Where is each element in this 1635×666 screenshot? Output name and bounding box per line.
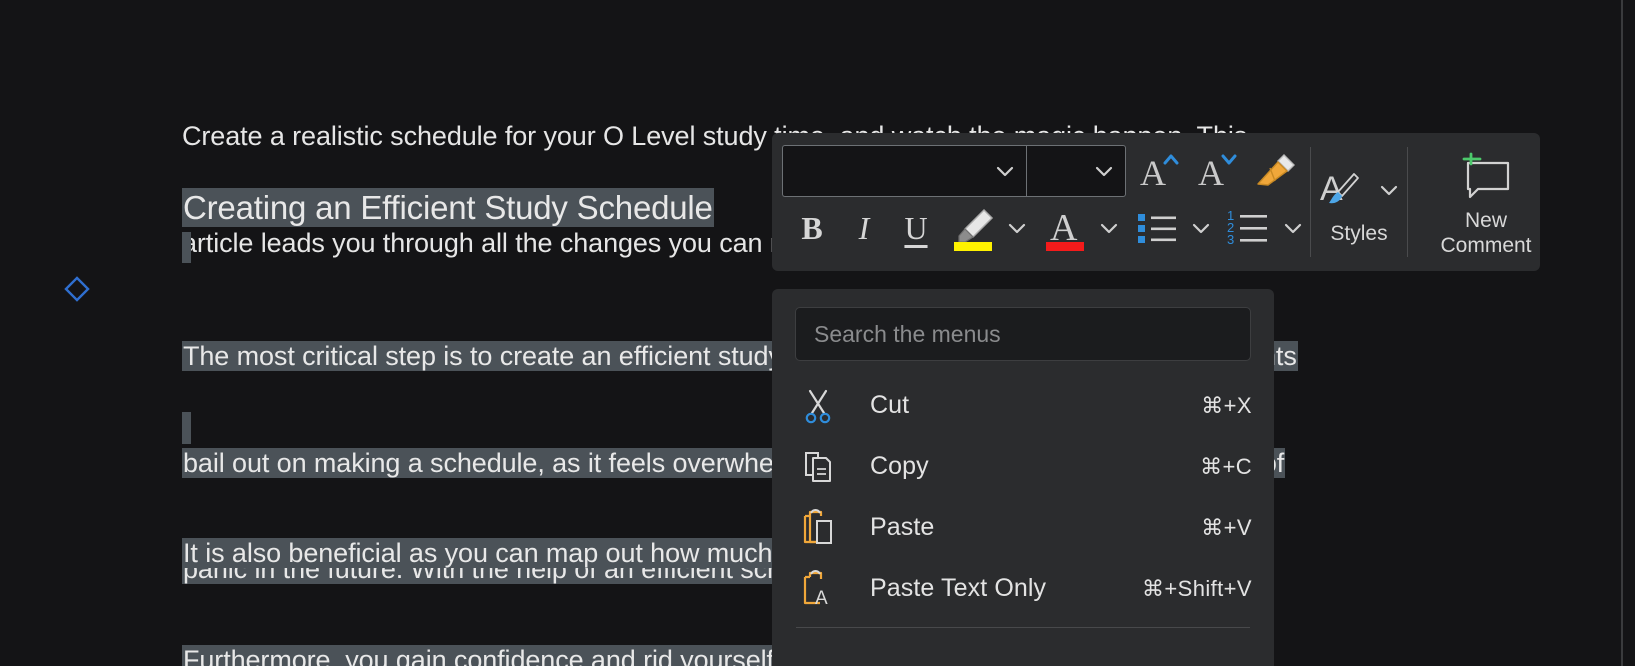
numbered-list-icon: 1 2 3: [1222, 202, 1276, 254]
highlight-color-dropdown[interactable]: [1000, 202, 1034, 254]
svg-text:A: A: [1198, 153, 1224, 193]
search-menus-input[interactable]: [814, 321, 1232, 348]
context-menu: Cut ⌘+X Copy ⌘+C: [772, 289, 1274, 666]
intro-line-2-part-a: article leads you through all the change…: [182, 228, 873, 258]
new-comment-icon-row: [1454, 146, 1518, 208]
clipboard-text-icon: A: [798, 569, 838, 609]
numbered-list-dropdown[interactable]: [1276, 202, 1310, 254]
menu-item-cut-label: Cut: [838, 391, 1201, 420]
text-color-swatch: [1046, 242, 1084, 251]
font-family-select[interactable]: [782, 145, 1026, 197]
chevron-down-icon: [1378, 179, 1400, 201]
text-color-dropdown[interactable]: [1092, 202, 1126, 254]
text-color-button[interactable]: A: [1038, 202, 1092, 254]
bulleted-list-button[interactable]: [1130, 202, 1184, 254]
search-the-menus-box[interactable]: [795, 307, 1251, 361]
bulleted-list-dropdown[interactable]: [1184, 202, 1218, 254]
decrease-font-size-button[interactable]: A: [1190, 145, 1242, 197]
menu-item-cut-accel: ⌘+X: [1201, 393, 1252, 419]
window-right-edge-rule: [1621, 0, 1623, 666]
styles-label: Styles: [1330, 221, 1387, 246]
increase-font-size-button[interactable]: A: [1132, 145, 1184, 197]
chevron-down-icon: [994, 160, 1016, 182]
scissors-icon: [798, 386, 838, 426]
toolbar-main-group: A A: [772, 133, 1310, 271]
context-menu-items: Cut ⌘+X Copy ⌘+C: [772, 375, 1274, 628]
underline-button[interactable]: U: [890, 202, 942, 254]
chevron-down-icon: [1006, 217, 1028, 239]
chevron-down-icon: [1098, 217, 1120, 239]
menu-item-cut[interactable]: Cut ⌘+X: [772, 375, 1274, 436]
new-comment-icon: [1454, 151, 1518, 203]
menu-item-paste-text-only-label: Paste Text Only: [838, 574, 1142, 603]
menu-item-paste-accel: ⌘+V: [1201, 515, 1252, 541]
menu-item-copy-label: Copy: [838, 452, 1200, 481]
menu-item-paste-label: Paste: [838, 513, 1201, 542]
new-comment-label-line-2: Comment: [1440, 233, 1531, 258]
chevron-down-icon: [1190, 217, 1212, 239]
new-comment-label-line-1: New: [1465, 208, 1507, 233]
highlight-color-swatch: [954, 242, 992, 251]
menu-item-copy-accel: ⌘+C: [1200, 454, 1252, 480]
section-heading-text: Creating an Efficient Study Schedule: [182, 188, 714, 227]
context-menu-divider: [796, 627, 1250, 628]
selected-empty-line-1: [182, 232, 191, 263]
selected-empty-line-2: [182, 412, 191, 444]
menu-item-paste[interactable]: Paste ⌘+V: [772, 497, 1274, 558]
chevron-down-icon: [1093, 160, 1115, 182]
toolbar-row-font: A A: [782, 143, 1310, 199]
styles-icon-row: A: [1318, 159, 1400, 221]
toolbar-row-format: B I U: [782, 199, 1310, 257]
document-editor-window: Create a realistic schedule for your O L…: [0, 0, 1635, 666]
chevron-down-icon: [1282, 217, 1304, 239]
menu-item-paste-text-only-accel: ⌘+Shift+V: [1142, 576, 1252, 602]
copy-icon: [798, 447, 838, 487]
italic-button[interactable]: I: [838, 202, 890, 254]
highlight-color-button[interactable]: [946, 202, 1000, 254]
menu-item-paste-text-only[interactable]: A Paste Text Only ⌘+Shift+V: [772, 558, 1274, 619]
bold-button[interactable]: B: [786, 202, 838, 254]
numbered-list-button[interactable]: 1 2 3: [1222, 202, 1276, 254]
floating-format-toolbar: A A: [772, 133, 1540, 271]
styles-dropdown-chevron[interactable]: [1378, 179, 1400, 201]
clipboard-icon: [798, 508, 838, 548]
svg-text:A: A: [1140, 153, 1166, 193]
styles-button[interactable]: A Styles: [1311, 133, 1407, 271]
menu-item-copy[interactable]: Copy ⌘+C: [772, 436, 1274, 497]
new-comment-button[interactable]: New Comment: [1408, 133, 1564, 271]
svg-text:A: A: [815, 588, 828, 609]
bulleted-list-icon: [1130, 202, 1184, 254]
diamond-change-marker-icon[interactable]: [63, 275, 91, 303]
svg-text:3: 3: [1227, 232, 1234, 247]
styles-brush-icon: A: [1318, 166, 1378, 214]
font-size-select[interactable]: [1026, 145, 1126, 197]
section-heading: Creating an Efficient Study Schedule: [182, 186, 714, 230]
clear-formatting-brush-icon[interactable]: [1248, 145, 1300, 197]
